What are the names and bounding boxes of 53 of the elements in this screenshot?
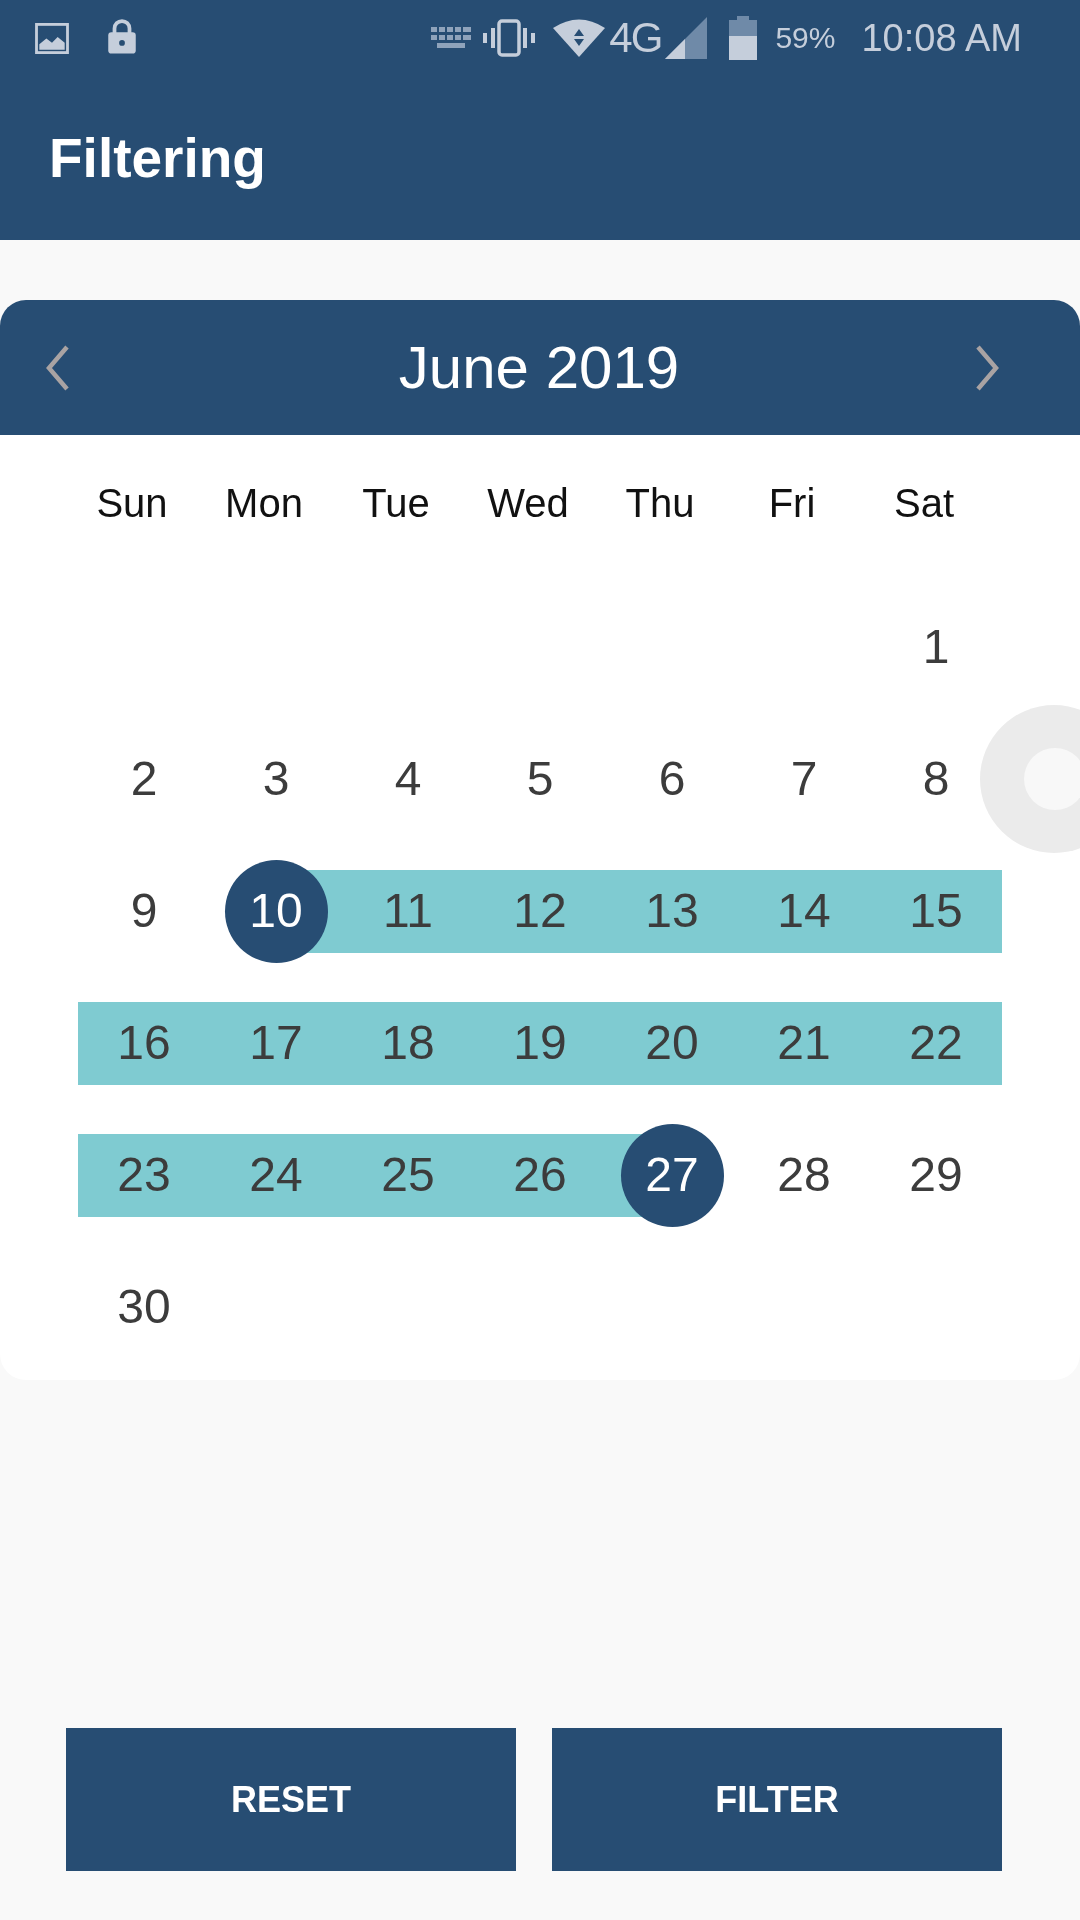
calendar-day[interactable]: 16 (115, 1015, 173, 1071)
chevron-left-icon[interactable] (45, 344, 70, 391)
network-type: 4G (609, 17, 662, 59)
month-title: June 2019 (397, 333, 681, 402)
action-button[interactable]: RESET (66, 1728, 516, 1871)
calendar-day[interactable]: 21 (775, 1015, 833, 1071)
weekday-label: Thu (625, 480, 695, 526)
calendar-day[interactable]: 18 (379, 1015, 437, 1071)
calendar-day[interactable]: 28 (775, 1147, 833, 1203)
lock-icon (107, 18, 137, 54)
weekday-label: Fri (768, 480, 816, 526)
calendar-day[interactable]: 5 (524, 751, 556, 807)
signal-icon (665, 17, 708, 59)
calendar-day[interactable]: 17 (247, 1015, 305, 1071)
vibrate-icon (483, 19, 536, 57)
calendar-day[interactable]: 6 (656, 751, 688, 807)
calendar-day[interactable]: 11 (381, 883, 435, 939)
calendar-day[interactable]: 14 (775, 883, 833, 939)
weekday-label: Mon (225, 480, 303, 526)
weekday-label: Wed (487, 480, 569, 526)
calendar-day[interactable]: 30 (115, 1279, 173, 1335)
calendar-day[interactable]: 26 (511, 1147, 569, 1203)
calendar-day[interactable]: 29 (907, 1147, 965, 1203)
calendar-day[interactable]: 22 (907, 1015, 965, 1071)
calendar-day[interactable]: 10 (224, 859, 328, 963)
calendar-day[interactable]: 24 (247, 1147, 305, 1203)
keyboard-icon (431, 27, 472, 49)
calendar-day[interactable]: 25 (379, 1147, 437, 1203)
calendar-day[interactable]: 1 (920, 619, 952, 675)
calendar-day[interactable]: 7 (788, 751, 820, 807)
image-icon (35, 22, 69, 54)
calendar-day[interactable]: 19 (511, 1015, 569, 1071)
chevron-right-icon[interactable] (975, 344, 1000, 391)
screen-title: Filtering (49, 126, 266, 190)
calendar-day[interactable]: 12 (511, 883, 569, 939)
calendar-day[interactable]: 4 (392, 751, 424, 807)
calendar-day[interactable]: 15 (907, 883, 965, 939)
calendar-day[interactable]: 23 (115, 1147, 173, 1203)
calendar-day[interactable]: 8 (920, 751, 952, 807)
battery-percent: 59% (775, 21, 836, 55)
weekday-label: Sun (96, 480, 168, 526)
calendar-day[interactable]: 13 (643, 883, 701, 939)
wifi-icon (553, 19, 606, 57)
action-button[interactable]: FILTER (552, 1728, 1002, 1871)
weekday-label: Tue (362, 480, 430, 526)
calendar-day[interactable]: 9 (128, 883, 160, 939)
calendar-day[interactable]: 2 (128, 751, 160, 807)
calendar-day[interactable]: 3 (260, 751, 292, 807)
calendar-day[interactable]: 27 (620, 1123, 724, 1227)
calendar-day[interactable]: 20 (643, 1015, 701, 1071)
clock-time: 10:08 AM (861, 16, 1022, 60)
weekday-label: Sat (893, 480, 954, 526)
battery-icon (729, 16, 758, 60)
